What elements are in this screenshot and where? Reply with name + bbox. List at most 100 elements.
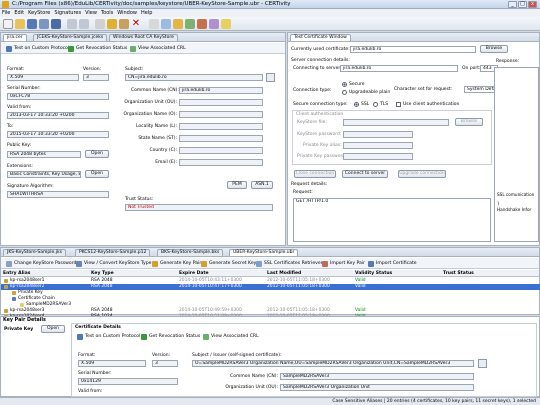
current-cert-field[interactable]: jira.edulib.ro [350,46,476,53]
cn-field[interactable]: jira.edulib.ro [179,87,263,94]
public-key-open-button[interactable]: Open [85,150,109,158]
d-subject-field[interactable]: O=SampleMD2RSAVer3 Organization Name,OU=… [192,360,474,367]
close-connection-button[interactable]: Close connection [294,170,336,178]
menu-keystore[interactable]: KeyStore [26,9,52,17]
open-icon[interactable] [15,19,25,29]
ssl-radio[interactable] [354,102,359,107]
email-field[interactable] [179,159,263,166]
tool3-icon[interactable] [173,19,183,29]
detail-test-custom-button[interactable]: Test on Custom Protocol [74,332,143,341]
tool7-icon[interactable] [221,19,231,29]
maximize-button[interactable]: □ [518,1,527,8]
save-as-icon[interactable] [39,19,49,29]
minimize-button[interactable]: _ [508,1,517,8]
server-field[interactable]: jira.edulib.ro [340,65,458,72]
upgrade-connection-button[interactable]: Upgrade connection [398,170,446,178]
detail-revocation-button[interactable]: Get Revocation Status [138,332,203,341]
menu-help[interactable]: Help [139,9,154,17]
d-ou-field[interactable]: SampleMD2RSAVer3 Organization Unit [280,384,474,391]
st-field[interactable] [179,135,263,142]
menu-signatures[interactable]: Signatures [52,9,83,17]
col-key-type[interactable]: Key Type [91,270,114,277]
tool1-icon[interactable] [149,19,159,29]
col-validity[interactable]: Validity Status [355,270,392,277]
change-password-button[interactable]: Change KeyStore Password [3,259,79,268]
menu-view[interactable]: View [83,9,99,17]
sig-alg-field[interactable]: SHA1WITHRSA [7,191,109,198]
copy-subject-icon[interactable] [266,73,275,82]
paste-icon[interactable] [119,19,129,29]
menu-tools[interactable]: Tools [99,9,115,17]
tab-bks[interactable]: BKS-KeyStore-Sample.bks [157,249,224,256]
menu-window[interactable]: Window [115,9,139,17]
asn1-button[interactable]: ASN.1 [251,181,273,189]
client-auth-checkbox[interactable] [396,102,401,107]
request-field[interactable]: GET /HTTP/1.0 [293,198,491,242]
response-area[interactable]: SSL comunication } Handshake Infor [494,67,539,242]
cut-icon[interactable] [95,19,105,29]
close-button[interactable]: x [528,1,537,8]
tab-test-certificate[interactable]: Test Certificate Window [290,34,351,41]
subject-field[interactable]: CN=jira.edulib.ro [125,74,263,81]
tool5-icon[interactable] [197,19,207,29]
col-expire-date[interactable]: Expire Date [179,270,209,277]
tab-jira-cer[interactable]: jira.cer [3,34,27,41]
browse-button[interactable]: Browse [480,45,508,53]
valid-from-field[interactable]: 2013-03-17 10:33:20 +0200 [7,112,109,119]
version-field[interactable]: 3 [83,74,109,81]
view-convert-button[interactable]: View / Convert KeyStore Type [73,259,154,268]
o-field[interactable] [179,111,263,118]
d-serial-field[interactable]: 0x14129 [78,378,178,385]
import-key-pair-button[interactable]: Import Key Pair [319,259,368,268]
d-version-field[interactable]: 3 [152,360,178,367]
col-trust[interactable]: Trust Status [443,270,474,277]
private-key-open-button[interactable]: Open [41,325,65,333]
connecting-label: Connecting to server: [293,66,342,71]
d-copy-subject-icon[interactable] [478,359,487,368]
tab-jceks[interactable]: JCEKS-KeyStore-Sample.jceks [33,34,108,41]
import-certificate-button[interactable]: Import Certificate [365,259,420,268]
secure-radio[interactable] [342,82,347,87]
serial-field[interactable]: 0xCFC78 [7,93,109,100]
view-crl-button[interactable]: View Associated CRL [127,44,189,53]
tool4-icon[interactable] [185,19,195,29]
l-field[interactable] [179,123,263,130]
delete-icon[interactable]: ✕ [131,19,141,29]
generate-key-pair-button[interactable]: Generate Key Pair [149,259,204,268]
c-field[interactable] [179,147,263,154]
pem-button[interactable]: PEM [227,181,247,189]
ssl-retriever-button[interactable]: SSL Certificates Retriever [253,259,326,268]
tab-jks[interactable]: JKS-KeyStore-Sample.jks [3,249,66,256]
public-key-field[interactable]: RSA 2048 bytes [7,151,81,158]
tab-uber[interactable]: UBER-KeyStore-Sample.ubr [229,249,299,256]
get-revocation-button[interactable]: Get Revocation Status [65,44,130,53]
col-last-modified[interactable]: Last Modified [267,270,301,277]
to-field[interactable]: 2015-03-17 10:33:20 +0200 [7,131,109,138]
redo-icon[interactable] [79,19,89,29]
tool2-icon[interactable] [161,19,171,29]
generate-secret-key-button[interactable]: Generate Secret Key [198,259,259,268]
format-field[interactable]: X.509 [7,74,79,81]
d-format-field[interactable]: X.509 [78,360,146,367]
menu-file[interactable]: File [0,9,12,17]
menu-edit[interactable]: Edit [12,9,26,17]
ou-field[interactable] [179,99,263,106]
tool6-icon[interactable] [209,19,219,29]
tls-radio[interactable] [373,102,378,107]
detail-crl-button[interactable]: View Associated CRL [200,332,262,341]
tab-windows-root[interactable]: Windows Root CA KeyStore [109,34,178,41]
tab-pkcs12[interactable]: PKCS12-KeyStore-Sample.p12 [75,249,151,256]
extensions-field[interactable]: Basic Constraints, Key Usage, Ex [7,171,81,178]
d-cn-field[interactable]: SampleMD2RSAVer3 [280,373,474,380]
test-custom-protocol-button[interactable]: Test on Custom Protocol [3,44,72,53]
extensions-open-button[interactable]: Open [85,170,109,178]
connect-button[interactable]: Connect to server [342,170,388,178]
new-icon[interactable] [3,19,13,29]
save-all-icon[interactable] [51,19,61,29]
upgradeable-radio[interactable] [342,90,347,95]
title-bar: C:/Program Files (x86)/EduLib/CERTivity/… [0,0,540,9]
undo-icon[interactable] [67,19,77,29]
col-entry-alias[interactable]: Entry Alias [3,270,30,277]
save-icon[interactable] [27,19,37,29]
copy-icon[interactable] [107,19,117,29]
